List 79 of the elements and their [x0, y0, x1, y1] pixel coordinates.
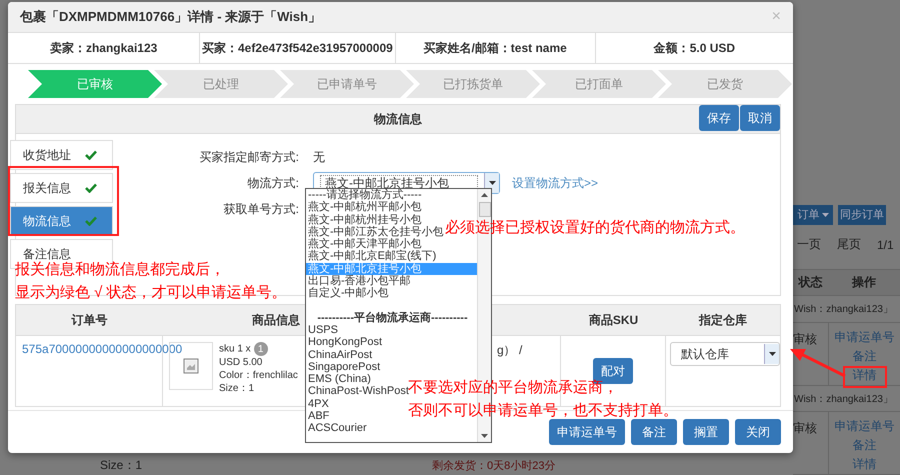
progress-step: 已打面单	[532, 70, 666, 98]
field-label: 物流方式:	[246, 175, 299, 192]
progress-step: 已审核	[28, 70, 162, 98]
footer-button[interactable]: 关闭	[735, 419, 781, 445]
pager-link[interactable]: 一页	[797, 236, 821, 254]
dropdown-option[interactable]: ACSCourier	[306, 422, 367, 435]
dropdown-option[interactable]: 出口易-香港小包平邮	[306, 275, 411, 288]
dropdown-option[interactable]: USPS	[306, 324, 338, 336]
warehouse-select[interactable]: 默认仓库	[670, 342, 780, 366]
side-tab[interactable]: 物流信息	[10, 206, 113, 236]
sync-orders-button[interactable]: 同步订单	[838, 205, 886, 225]
info-cell: 买家姓名/邮箱：test name	[396, 33, 596, 63]
column-header: 商品信息	[252, 312, 300, 328]
dropdown-option[interactable]: SingaporePost	[306, 360, 380, 374]
tab-label: 物流信息	[23, 212, 71, 230]
image-icon	[183, 358, 199, 374]
caret-icon	[488, 181, 496, 185]
highlight-frame	[843, 366, 887, 388]
annotation-arrow	[789, 348, 847, 378]
column-header: 订单号	[72, 312, 108, 328]
footer-button[interactable]: 申请运单号	[549, 419, 625, 445]
cancel-button[interactable]: 取消	[740, 105, 780, 131]
quantity-badge: 1	[254, 342, 268, 356]
dropdown-option[interactable]: 自定义-中邮小包	[306, 287, 389, 300]
dropdown-option[interactable]: EMS (China)	[306, 373, 371, 386]
order-button[interactable]: 订单	[793, 205, 833, 225]
panel-title: 物流信息	[374, 110, 422, 128]
column-header: 操作	[850, 274, 877, 292]
footer-button[interactable]: 备注	[631, 419, 677, 445]
field-value: 无	[313, 148, 325, 166]
size-text: Size：1	[219, 382, 256, 395]
tab-label: 报关信息	[23, 180, 71, 196]
dropdown-option[interactable]: 燕文-中邮杭州挂号小包	[306, 214, 422, 226]
progress-step: 已处理	[154, 70, 288, 98]
side-tab[interactable]: 报关信息	[10, 173, 113, 203]
dropdown-option[interactable]: ChinaPost-WishPost	[306, 385, 409, 398]
pager-link[interactable]: 尾页	[837, 236, 861, 254]
price-text: USD 5.00	[219, 356, 264, 369]
info-cell-text: 金额：5.0 USD	[652, 40, 736, 56]
progress-step: 已发货	[658, 70, 792, 98]
progress-step: 已申请单号	[280, 70, 414, 98]
footer-button[interactable]: 搁置	[683, 419, 729, 445]
option-group-label: ----------平台物流承运商----------	[316, 312, 468, 324]
column-header: 指定仓库	[699, 312, 747, 328]
table-cell: g） /	[497, 343, 522, 357]
dropdown-option[interactable]: HongKongPost	[306, 336, 382, 349]
dropdown-option[interactable]: 燕文-中邮北京E邮宝(线下)	[306, 250, 436, 263]
column-header: 商品SKU	[588, 312, 638, 328]
caret-icon	[822, 212, 828, 217]
dropdown-option[interactable]: 燕文-中邮北京挂号小包	[306, 262, 477, 276]
scroll-thumb[interactable]	[479, 202, 491, 217]
info-cell: 买家：4ef2e473f542e31957000009	[200, 33, 396, 63]
progress-step: 已打拣货单	[406, 70, 540, 98]
dropdown-option[interactable]: 燕文-中邮杭州平邮小包	[306, 201, 422, 214]
field-label: 获取单号方式:	[222, 201, 299, 218]
scroll-up-icon[interactable]	[481, 193, 488, 197]
annotation-text: 显示为绿色 √ 状态，才可以申请运单号。	[15, 283, 287, 302]
size-text: Size：1	[100, 456, 142, 474]
dropdown-option[interactable]: ChinaAirPost	[306, 348, 372, 361]
remaining-time-text: 剩余发货：0天8小时23分	[432, 458, 556, 472]
settings-link[interactable]: 设置物流方式>>	[512, 174, 598, 192]
dropdown-option[interactable]: 燕文-中邮江苏太仓挂号小包	[306, 226, 444, 238]
dropdown-option[interactable]: 燕文-中邮天津平邮小包	[306, 238, 422, 250]
tab-label: 备注信息	[23, 246, 71, 262]
field-label: 买家指定邮寄方式:	[198, 149, 299, 166]
tab-label: 收货地址	[23, 146, 71, 164]
dialog-title: 包裹「DXMPMDMM10766」详情 - 来源于「Wish」	[20, 8, 322, 26]
save-button[interactable]: 保存	[699, 105, 739, 131]
dropdown-option[interactable]: 4PX	[306, 398, 329, 410]
order-number-link[interactable]: 575a70000000000000000000	[22, 342, 182, 356]
caret-icon	[768, 352, 776, 356]
pager-link[interactable]: 1/1	[877, 238, 894, 252]
sku-text: sku 1 x	[219, 344, 251, 354]
scroll-down-icon[interactable]	[481, 434, 488, 438]
dropdown-option[interactable]: ABF	[306, 410, 330, 422]
color-text: Color：frenchlilac	[219, 369, 298, 382]
side-tab[interactable]: 收货地址	[10, 140, 113, 170]
column-header: 状态	[797, 274, 824, 292]
info-cell: 卖家：zhangkai123	[8, 33, 200, 63]
